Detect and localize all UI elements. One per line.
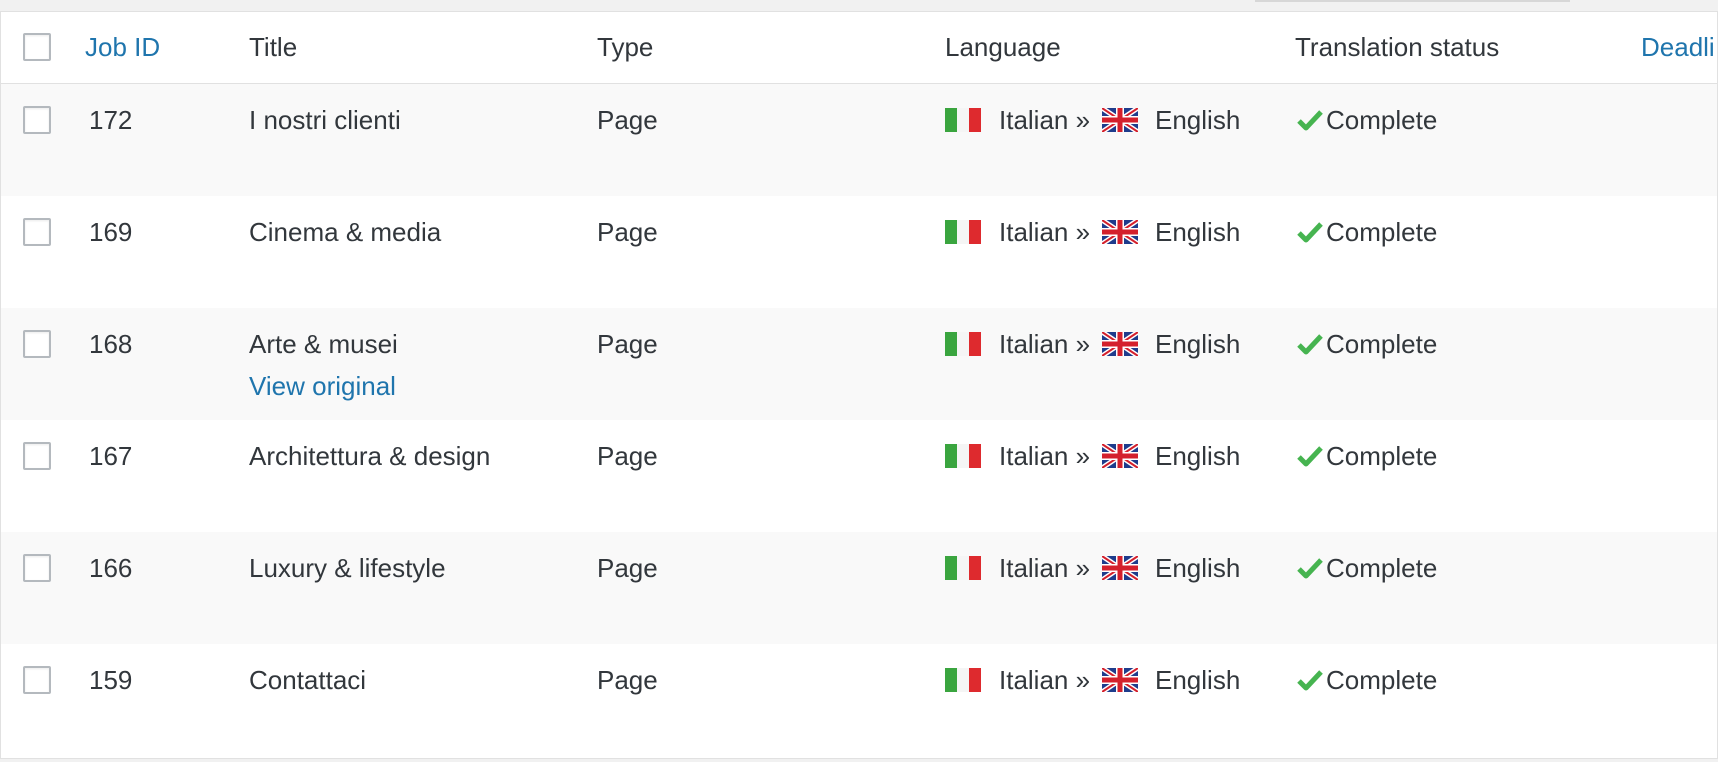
table-row[interactable]: 172 I nostri clienti Page Italian » English C…: [1, 84, 1717, 196]
status-cell: Complete: [1326, 329, 1438, 359]
type-cell: Page: [597, 329, 658, 359]
row-checkbox[interactable]: [23, 442, 51, 470]
italy-flag-icon: [945, 668, 981, 692]
type-cell: Page: [597, 105, 658, 135]
checkmark-icon: [1297, 557, 1323, 579]
row-checkbox[interactable]: [23, 106, 51, 134]
row-checkbox[interactable]: [23, 554, 51, 582]
type-cell: Page: [597, 441, 658, 471]
status-cell: Complete: [1326, 217, 1438, 247]
table-header: Job ID Title Type Language Translation s…: [1, 12, 1717, 84]
view-original-link[interactable]: View original: [249, 370, 396, 402]
status-cell: Complete: [1326, 553, 1438, 583]
italy-flag-icon: [945, 220, 981, 244]
type-cell: Page: [597, 665, 658, 695]
column-deadline-sort-link[interactable]: Deadli: [1641, 12, 1715, 83]
status-cell: Complete: [1326, 665, 1438, 695]
title-cell: Architettura & design: [249, 441, 491, 471]
job-id-cell: 169: [89, 217, 133, 247]
source-language: Italian »: [999, 105, 1091, 135]
column-job-id-sort-link[interactable]: Job ID: [85, 12, 160, 83]
title-cell: Contattaci: [249, 665, 367, 695]
uk-flag-icon: [1100, 217, 1140, 247]
checkmark-icon: [1297, 445, 1323, 467]
search-box-edge[interactable]: [1255, 0, 1570, 2]
table-row[interactable]: 168 Arte & musei View original Page Italian …: [1, 308, 1717, 420]
job-id-cell: 168: [89, 329, 133, 359]
title-cell: Arte & musei: [249, 329, 398, 359]
row-checkbox[interactable]: [23, 218, 51, 246]
title-cell: Luxury & lifestyle: [249, 553, 446, 583]
target-language: English: [1155, 105, 1241, 135]
status-cell: Complete: [1326, 105, 1438, 135]
source-language: Italian »: [999, 665, 1091, 695]
source-language: Italian »: [999, 329, 1091, 359]
status-cell: Complete: [1326, 441, 1438, 471]
checkmark-icon: [1297, 221, 1323, 243]
title-cell: I nostri clienti: [249, 105, 401, 135]
italy-flag-icon: [945, 108, 981, 132]
table-row[interactable]: 159 Contattaci Page Italian » English Complet…: [1, 644, 1717, 756]
uk-flag-icon: [1100, 329, 1140, 359]
translation-jobs-table: Job ID Title Type Language Translation s…: [0, 11, 1718, 759]
job-id-cell: 172: [89, 105, 133, 135]
job-id-cell: 166: [89, 553, 133, 583]
title-cell: Cinema & media: [249, 217, 442, 247]
source-language: Italian »: [999, 553, 1091, 583]
type-cell: Page: [597, 217, 658, 247]
italy-flag-icon: [945, 332, 981, 356]
target-language: English: [1155, 553, 1241, 583]
column-language: Language: [945, 32, 1061, 62]
target-language: English: [1155, 329, 1241, 359]
uk-flag-icon: [1100, 441, 1140, 471]
uk-flag-icon: [1100, 105, 1140, 135]
column-translation-status: Translation status: [1295, 32, 1500, 62]
checkmark-icon: [1297, 109, 1323, 131]
table-row[interactable]: 167 Architettura & design Page Italian » Eng…: [1, 420, 1717, 532]
italy-flag-icon: [945, 444, 981, 468]
table-row[interactable]: 169 Cinema & media Page Italian » English Com…: [1, 196, 1717, 308]
row-checkbox[interactable]: [23, 330, 51, 358]
job-id-cell: 167: [89, 441, 133, 471]
source-language: Italian »: [999, 217, 1091, 247]
italy-flag-icon: [945, 556, 981, 580]
uk-flag-icon: [1100, 553, 1140, 583]
target-language: English: [1155, 665, 1241, 695]
uk-flag-icon: [1100, 665, 1140, 695]
type-cell: Page: [597, 553, 658, 583]
column-type: Type: [597, 32, 654, 62]
row-checkbox[interactable]: [23, 666, 51, 694]
target-language: English: [1155, 441, 1241, 471]
target-language: English: [1155, 217, 1241, 247]
source-language: Italian »: [999, 441, 1091, 471]
checkmark-icon: [1297, 669, 1323, 691]
column-title: Title: [249, 32, 298, 62]
checkmark-icon: [1297, 333, 1323, 355]
select-all-checkbox[interactable]: [23, 33, 51, 61]
job-id-cell: 159: [89, 665, 133, 695]
table-row[interactable]: 166 Luxury & lifestyle Page Italian » Englis…: [1, 532, 1717, 644]
